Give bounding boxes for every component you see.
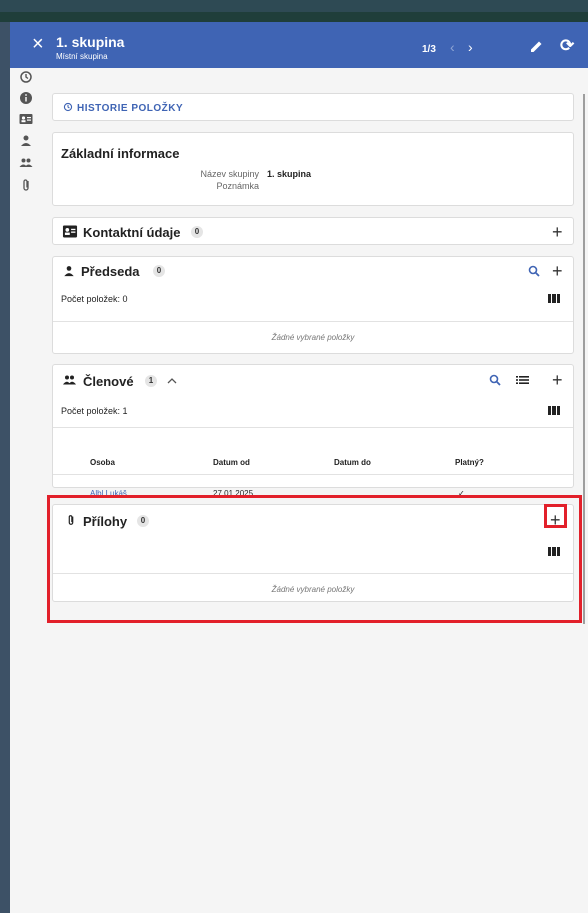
column-header-date-to[interactable]: Datum do — [334, 458, 371, 467]
column-header-person[interactable]: Osoba — [90, 458, 115, 467]
scrollbar[interactable] — [583, 94, 585, 624]
add-chairman-button[interactable]: + — [552, 262, 563, 280]
add-contact-button[interactable]: + — [552, 223, 563, 241]
history-icon[interactable] — [19, 70, 33, 84]
field-label-note: Poznámka — [216, 181, 259, 191]
chairman-title: Předseda — [81, 264, 140, 279]
panel-subtitle: Místní skupina — [56, 52, 108, 61]
history-icon — [63, 102, 73, 112]
members-table: Osoba Datum od Datum do Platný? Albl Luk… — [52, 364, 574, 498]
pager-label: 1/3 — [422, 44, 436, 55]
close-icon[interactable]: × — [32, 34, 44, 54]
chevron-right-icon[interactable]: › — [468, 39, 473, 55]
panel-header: × 1. skupina Místní skupina 1/3 ‹ › ⟳ — [10, 22, 588, 68]
people-icon[interactable] — [19, 156, 33, 170]
contact-card-icon[interactable] — [19, 112, 33, 126]
columns-icon[interactable] — [548, 294, 560, 303]
add-attachment-highlight — [544, 504, 567, 528]
chairman-count-badge: 0 — [153, 265, 165, 277]
person-icon[interactable] — [19, 134, 33, 148]
divider — [53, 321, 573, 322]
info-icon[interactable] — [19, 91, 33, 105]
history-card[interactable]: HISTORIE POLOŽKY — [52, 93, 574, 121]
attachment-icon[interactable] — [19, 178, 33, 192]
chairman-card: Předseda 0 + Počet položek: 0 Žádné vybr… — [52, 256, 574, 354]
pencil-icon[interactable] — [530, 40, 543, 58]
contacts-title: Kontaktní údaje — [83, 225, 181, 240]
refresh-icon[interactable]: ⟳ — [560, 36, 574, 56]
history-button-label: HISTORIE POLOŽKY — [77, 103, 184, 114]
field-label-name: Název skupiny — [200, 169, 259, 179]
chairman-empty-text: Žádné vybrané položky — [271, 333, 355, 342]
basic-info-card: Základní informace Název skupiny 1. skup… — [52, 132, 574, 206]
detail-panel: × 1. skupina Místní skupina 1/3 ‹ › ⟳ HI… — [10, 22, 588, 913]
panel-title: 1. skupina — [56, 34, 125, 50]
chevron-left-icon[interactable]: ‹ — [450, 39, 455, 55]
table-row-divider — [53, 474, 573, 475]
history-button[interactable]: HISTORIE POLOŽKY — [63, 102, 183, 114]
person-icon — [64, 266, 74, 277]
attachments-highlight — [47, 495, 582, 623]
search-icon[interactable] — [528, 265, 540, 277]
column-header-date-from[interactable]: Datum od — [213, 458, 250, 467]
background-strip — [0, 0, 588, 22]
basic-info-title: Základní informace — [61, 146, 180, 161]
section-rail — [10, 68, 42, 913]
column-header-valid[interactable]: Platný? — [455, 458, 484, 467]
contacts-card: Kontaktní údaje 0 + — [52, 217, 574, 245]
contacts-count-badge: 0 — [191, 226, 203, 238]
contact-card-icon — [62, 225, 78, 238]
field-value-name: 1. skupina — [267, 169, 312, 179]
chairman-items-count: Počet položek: 0 — [61, 294, 128, 304]
